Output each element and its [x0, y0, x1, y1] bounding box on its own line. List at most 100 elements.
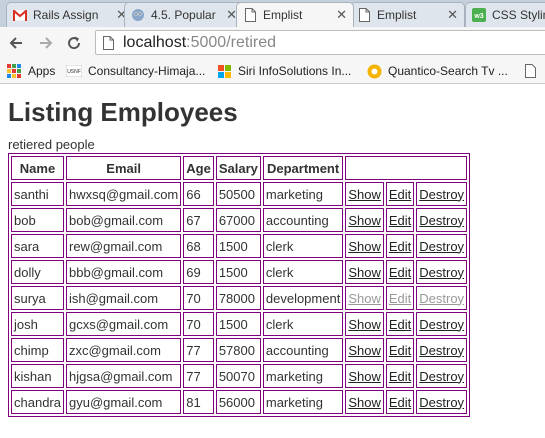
tab-popular[interactable]: 4.5. Popular ✕: [124, 2, 244, 27]
cell-salary: 78000: [215, 286, 261, 310]
column-header-name: Name: [11, 156, 64, 180]
cell-action: Edit: [385, 390, 415, 414]
cell-email: gcxs@gmail.com: [65, 312, 182, 336]
page-title: Listing Employees: [8, 97, 238, 127]
cell-department: marketing: [262, 182, 344, 206]
tab-title: Rails Assign: [33, 8, 99, 22]
bookmark-apps[interactable]: Apps: [6, 63, 55, 79]
tab-rails-assign[interactable]: Rails Assign ✕: [6, 2, 134, 27]
cell-action: Destroy: [416, 234, 468, 258]
destroy-link[interactable]: Destroy: [419, 317, 464, 332]
column-header-actions: [345, 156, 468, 180]
cell-action: Edit: [385, 234, 415, 258]
cell-department: clerk: [262, 234, 344, 258]
destroy-link[interactable]: Destroy: [419, 343, 464, 358]
tab-emplist[interactable]: Emplist ✕: [350, 2, 465, 27]
cell-department: accounting: [262, 338, 344, 362]
table-row: josh gcxs@gmail.com 70 1500 clerk Show Edit Des…: [11, 312, 468, 336]
gmail-icon: [13, 8, 27, 22]
forward-arrow-icon: [40, 37, 53, 49]
show-link[interactable]: Show: [348, 265, 381, 280]
quantico-logo-icon: [366, 63, 382, 79]
edit-link[interactable]: Edit: [389, 343, 411, 358]
cell-action: Destroy: [416, 390, 468, 414]
tab-emplist-active[interactable]: Emplist ✕: [236, 2, 354, 27]
show-link[interactable]: Show: [348, 187, 381, 202]
cell-salary: 67000: [215, 208, 261, 232]
show-link[interactable]: Show: [348, 213, 381, 228]
cell-email: gyu@gmail.com: [65, 390, 182, 414]
edit-link[interactable]: Edit: [389, 239, 411, 254]
bookmark-label: Siri InfoSolutions In...: [238, 64, 352, 78]
bookmark-overflow[interactable]: [522, 63, 544, 79]
page-info-icon[interactable]: [103, 35, 114, 50]
cell-age: 77: [183, 364, 214, 388]
cell-action: Edit: [385, 312, 415, 336]
table-row: sara rew@gmail.com 68 1500 clerk Show Edit Dest…: [11, 234, 468, 258]
tab-css-styling[interactable]: w3 CSS Styling: [465, 2, 545, 27]
reload-button[interactable]: [63, 32, 85, 54]
show-link[interactable]: Show: [348, 343, 381, 358]
cell-action: Show: [345, 234, 384, 258]
cell-department: development: [262, 286, 344, 310]
bookmark-consultancy[interactable]: USNF Consultancy-Himaja...: [66, 63, 205, 79]
show-link[interactable]: Show: [348, 369, 381, 384]
cell-action: Destroy: [416, 286, 468, 310]
apps-grid-icon: [6, 63, 22, 79]
bookmark-siri[interactable]: Siri InfoSolutions In...: [216, 63, 351, 79]
cell-action: Show: [345, 338, 384, 362]
column-header-salary: Salary: [215, 156, 261, 180]
destroy-link[interactable]: Destroy: [419, 187, 464, 202]
destroy-link[interactable]: Destroy: [419, 369, 464, 384]
back-button[interactable]: [5, 32, 27, 54]
cell-name: dolly: [11, 260, 64, 284]
close-tab-icon[interactable]: ✕: [336, 7, 347, 23]
edit-link[interactable]: Edit: [389, 213, 411, 228]
url-path: :5000/retired: [186, 33, 276, 51]
cell-department: marketing: [262, 364, 344, 388]
cell-action: Show: [345, 260, 384, 284]
show-link[interactable]: Show: [348, 317, 381, 332]
edit-link[interactable]: Edit: [389, 369, 411, 384]
cell-age: 81: [183, 390, 214, 414]
edit-link[interactable]: Edit: [389, 187, 411, 202]
address-bar[interactable]: localhost:5000/retired: [95, 30, 545, 55]
cell-name: chimp: [11, 338, 64, 362]
destroy-link[interactable]: Destroy: [419, 265, 464, 280]
cell-salary: 50500: [215, 182, 261, 206]
bookmark-label: Apps: [28, 64, 56, 78]
close-tab-icon[interactable]: ✕: [447, 7, 458, 23]
page-icon: [243, 8, 257, 22]
destroy-link[interactable]: Destroy: [419, 213, 464, 228]
cell-age: 67: [183, 208, 214, 232]
show-link[interactable]: Show: [348, 291, 381, 306]
svg-text:USNF: USNF: [67, 69, 81, 75]
edit-link[interactable]: Edit: [389, 317, 411, 332]
browser-toolbar: localhost:5000/retired: [0, 27, 545, 58]
show-link[interactable]: Show: [348, 395, 381, 410]
tab-title: Emplist: [263, 8, 303, 22]
page-subtitle: retiered people: [8, 137, 95, 152]
edit-link[interactable]: Edit: [389, 265, 411, 280]
show-link[interactable]: Show: [348, 239, 381, 254]
edit-link[interactable]: Edit: [389, 291, 411, 306]
destroy-link[interactable]: Destroy: [419, 239, 464, 254]
cell-action: Show: [345, 182, 384, 206]
cell-action: Edit: [385, 208, 415, 232]
destroy-link[interactable]: Destroy: [419, 395, 464, 410]
page-icon: [357, 8, 371, 22]
forward-button[interactable]: [35, 32, 57, 54]
bookmark-quantico[interactable]: Quantico-Search Tv ...: [366, 63, 508, 79]
cell-action: Edit: [385, 364, 415, 388]
destroy-link[interactable]: Destroy: [419, 291, 464, 306]
edit-link[interactable]: Edit: [389, 395, 411, 410]
w3schools-icon: w3: [472, 8, 486, 22]
windows-logo-icon: [216, 63, 232, 79]
cell-name: santhi: [11, 182, 64, 206]
cell-salary: 1500: [215, 234, 261, 258]
cell-action: Edit: [385, 338, 415, 362]
cell-action: Show: [345, 286, 384, 310]
cell-action: Show: [345, 364, 384, 388]
cell-salary: 56000: [215, 390, 261, 414]
cell-age: 66: [183, 182, 214, 206]
